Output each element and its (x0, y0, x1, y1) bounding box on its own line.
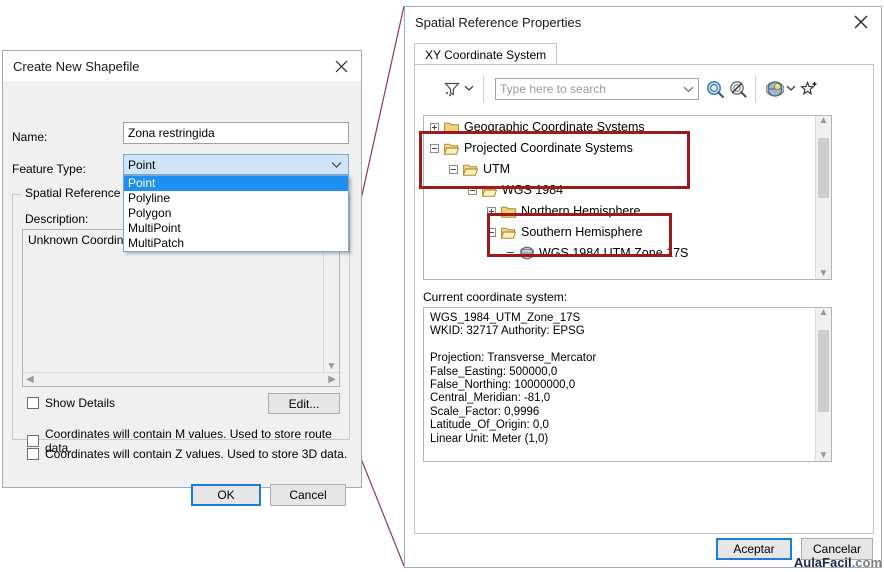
show-details-checkbox[interactable]: Show Details (27, 396, 115, 410)
srp-tab-panel: Type here to search ▲ ▼ Geographic Coord… (414, 64, 874, 534)
tree-node[interactable]: WGS 1984 (468, 183, 563, 197)
clear-search-icon[interactable] (728, 79, 748, 99)
tab-xy-coordinate-system[interactable]: XY Coordinate System (414, 43, 558, 66)
tree-node-label: UTM (483, 162, 511, 176)
tree-node[interactable]: Geographic Coordinate Systems (430, 120, 645, 134)
srp-toolbar: Type here to search (415, 65, 873, 113)
scroll-up-icon[interactable]: ▲ (819, 116, 829, 126)
feature-type-option[interactable]: Polyline (124, 191, 348, 206)
checkbox-box (27, 397, 39, 409)
watermark: AulaFacil.com (794, 555, 882, 570)
tree-expander-minus-icon[interactable] (430, 143, 439, 153)
feature-type-combobox[interactable]: Point (123, 154, 349, 175)
chevron-down-icon (328, 161, 344, 169)
tree-node[interactable]: Southern Hemisphere (487, 225, 643, 239)
checkbox-box (27, 448, 39, 460)
folder-open-icon (482, 184, 497, 197)
tree-node-label: WGS 1984 (502, 183, 564, 197)
ok-button[interactable]: OK (191, 484, 261, 506)
toolbar-separator-2 (755, 76, 756, 102)
srp-titlebar: Spatial Reference Properties (405, 7, 881, 37)
search-input[interactable]: Type here to search (495, 78, 699, 100)
folder-closed-icon (444, 121, 459, 134)
search-placeholder: Type here to search (500, 82, 607, 96)
tree-node-label: Southern Hemisphere (521, 225, 643, 239)
feature-type-label: Feature Type: (12, 162, 86, 176)
folder-open-icon (444, 142, 459, 155)
scroll-up-icon[interactable]: ▲ (819, 308, 829, 318)
z-values-label: Coordinates will contain Z values. Used … (45, 447, 348, 461)
cancel-button[interactable]: Cancel (270, 484, 346, 506)
tree-node-label: Geographic Coordinate Systems (464, 120, 645, 134)
srp-title: Spatial Reference Properties (415, 14, 582, 30)
tree-node-label: WGS 1984 UTM Zone 17S (539, 246, 689, 260)
tree-node-label: Northern Hemisphere (521, 204, 641, 218)
description-listbox[interactable]: Unknown Coordinate System ▲ ▼ ◀ ▶ (22, 229, 340, 387)
scroll-left-icon[interactable]: ◀ (26, 374, 34, 385)
feature-type-option[interactable]: MultiPoint (124, 221, 348, 236)
shapefile-dialog-titlebar: Create New Shapefile (3, 51, 361, 81)
tree-node[interactable]: UTM (449, 162, 510, 176)
tree-node[interactable]: Projected Coordinate Systems (430, 141, 633, 155)
checkbox-box (27, 435, 39, 447)
coordinate-system-tree[interactable]: ▲ ▼ Geographic Coordinate Systems Project… (423, 115, 832, 280)
shapefile-dialog-body: Name: Zona restringida Feature Type: Poi… (3, 81, 361, 506)
scroll-down-icon[interactable]: ▼ (819, 269, 829, 279)
watermark-brand: AulaFacil (793, 555, 852, 570)
feature-type-option[interactable]: Polygon (124, 206, 348, 221)
description-label: Description: (25, 212, 89, 226)
tree-expander-spacer (506, 249, 515, 258)
tree-node-label: Projected Coordinate Systems (464, 141, 633, 155)
name-input[interactable]: Zona restringida (123, 122, 349, 144)
scroll-down-icon[interactable]: ▼ (819, 451, 829, 461)
current-scroll-thumb[interactable] (818, 330, 829, 412)
feature-type-option[interactable]: MultiPatch (124, 236, 348, 251)
spatial-reference-label: Spatial Reference (21, 186, 125, 200)
tree-expander-minus-icon[interactable] (449, 164, 458, 174)
feature-type-value: Point (128, 157, 156, 172)
spatial-reference-properties-dialog: Spatial Reference Properties XY Coordina… (404, 6, 882, 568)
toolbar-separator-1 (483, 76, 484, 102)
folder-closed-icon (501, 205, 516, 218)
scroll-down-icon[interactable]: ▼ (327, 362, 337, 372)
current-coordinate-system-text: WGS_1984_UTM_Zone_17S WKID: 32717 Author… (430, 312, 597, 445)
filter-funnel-icon[interactable] (443, 80, 461, 98)
feature-type-option[interactable]: Point (124, 176, 348, 191)
chevron-down-icon[interactable] (785, 83, 797, 93)
edit-button[interactable]: Edit... (268, 393, 340, 414)
create-new-shapefile-dialog: Create New Shapefile Name: Zona restring… (2, 50, 362, 506)
feature-type-dropdown-list[interactable]: Point Polyline Polygon MultiPoint MultiPatch (123, 175, 349, 252)
globe-icon[interactable] (765, 79, 785, 99)
add-favorite-star-icon[interactable] (799, 79, 819, 99)
show-details-label: Show Details (45, 396, 116, 410)
close-icon[interactable] (847, 10, 875, 34)
current-coordinate-system-box[interactable]: WGS_1984_UTM_Zone_17S WKID: 32717 Author… (423, 307, 832, 462)
accept-button[interactable]: Aceptar (716, 538, 792, 560)
name-label: Name: (12, 130, 48, 144)
folder-open-icon (501, 226, 516, 239)
tree-expander-plus-icon[interactable] (430, 122, 439, 132)
tree-expander-plus-icon[interactable] (487, 206, 496, 216)
name-input-value: Zona restringida (128, 126, 215, 140)
z-values-checkbox[interactable]: Coordinates will contain Z values. Used … (27, 447, 347, 461)
close-icon[interactable] (327, 54, 355, 78)
chevron-down-icon[interactable] (463, 83, 475, 93)
tree-scroll-thumb[interactable] (818, 138, 829, 198)
tree-expander-minus-icon[interactable] (487, 227, 496, 237)
current-coordinate-system-label: Current coordinate system: (423, 290, 568, 304)
tree-node[interactable]: Northern Hemisphere (487, 204, 641, 218)
chevron-down-icon[interactable] (683, 82, 694, 96)
scroll-right-icon[interactable]: ▶ (328, 374, 336, 385)
watermark-suffix: .com (851, 555, 882, 570)
tree-node[interactable]: WGS 1984 UTM Zone 17S (506, 246, 688, 260)
globe-sphere-icon (520, 246, 534, 260)
shapefile-dialog-title: Create New Shapefile (13, 58, 140, 74)
search-magnifier-icon[interactable] (705, 79, 725, 99)
srp-tabstrip: XY Coordinate System (414, 43, 872, 66)
tree-expander-minus-icon[interactable] (468, 185, 477, 195)
folder-open-icon (463, 163, 478, 176)
description-horizontal-scrollbar[interactable]: ◀ ▶ (23, 372, 339, 386)
